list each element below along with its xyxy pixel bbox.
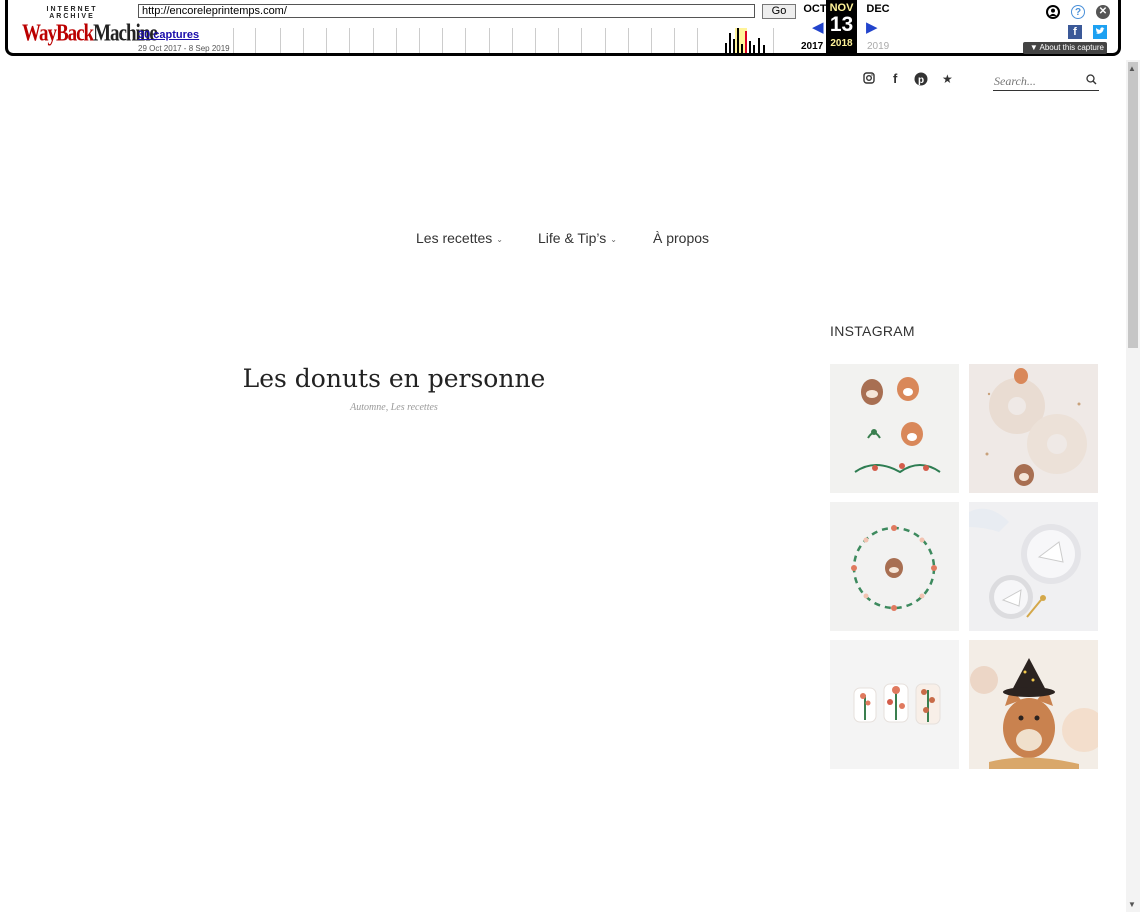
nav-item-life-tips[interactable]: Life & Tip’s ⌄ [538,230,617,246]
help-icon[interactable]: ? [1071,5,1085,19]
scroll-down-arrow-icon[interactable]: ▼ [1128,900,1136,909]
wayback-logo-top: INTERNET ARCHIVE [46,6,98,20]
sparkline-bar [745,31,747,53]
sparkline-bar [753,45,755,53]
nav-item-a-propos[interactable]: À propos [653,230,709,246]
instagram-photo-cat-witch-hat[interactable] [969,640,1098,769]
nav-item-les-recettes[interactable]: Les recettes ⌄ [416,230,503,246]
scroll-up-arrow-icon[interactable]: ▲ [1128,64,1136,73]
sparkline-divider [489,28,490,53]
sparkline-divider [326,28,327,53]
post-title[interactable]: Les donuts en personne [200,364,588,393]
sparkline-divider [442,28,443,53]
sparkline-divider [605,28,606,53]
next-capture-arrow-icon[interactable]: ▶ [866,18,878,36]
sparkline-bar [733,39,735,53]
sparkline-bar [749,41,751,53]
sparkline-divider [535,28,536,53]
wayback-logo[interactable]: INTERNET ARCHIVE WayBackMachine [22,6,158,48]
instagram-photo-donuts-raccoon[interactable] [969,364,1098,493]
current-capture-date: NOV 13 2018 [826,0,857,56]
sparkline-divider [255,28,256,53]
sparkline-bar [741,44,743,53]
post-categories[interactable]: Automne, Les recettes [200,402,588,413]
facebook-icon[interactable]: f [893,71,897,86]
nav-item-label: Les recettes [416,230,493,246]
sparkline-divider [581,28,582,53]
sparkline-divider [349,28,350,53]
sparkline-divider [233,28,234,53]
instagram-widget-title: INSTAGRAM [830,323,915,339]
go-button[interactable]: Go [762,4,796,19]
search-box [993,72,1099,91]
wayback-logo-main: WayBackMachine [22,20,158,48]
sparkline-divider [773,28,774,53]
sparkline-divider [373,28,374,53]
facebook-share-icon[interactable]: f [1068,25,1082,39]
current-day-label: 13 [829,13,854,36]
prev-capture-arrow-icon[interactable]: ◀ [812,18,824,36]
sparkline-bar [758,38,760,53]
sparkline-divider [303,28,304,53]
sparkline-divider [697,28,698,53]
sparkline-divider [419,28,420,53]
instagram-photo-raccoon-fox-cookies[interactable] [830,364,959,493]
about-capture-button[interactable]: ▼ About this capture [1023,42,1107,54]
instagram-photo-floral-wreath[interactable] [830,502,959,631]
captures-link[interactable]: 30 captures [138,29,199,41]
chevron-down-icon: ⌄ [496,235,503,244]
sparkline-divider [512,28,513,53]
sparkline-divider [651,28,652,53]
star-icon[interactable]: ★ [942,72,953,86]
close-icon[interactable]: ✕ [1096,5,1110,19]
sparkline-bar [725,43,727,53]
instagram-photo-floral-cookies[interactable] [830,640,959,769]
instagram-icon[interactable] [863,72,875,87]
next-year-label[interactable]: 2019 [867,41,889,52]
logo-word-wayback: WayBack [22,20,94,47]
instagram-photo-cake-plates[interactable] [969,502,1098,631]
svg-text:p: p [918,75,924,86]
pinterest-icon[interactable]: p [914,72,928,89]
sparkline-divider [465,28,466,53]
prev-year-label[interactable]: 2017 [801,41,823,52]
next-month-label[interactable]: DEC [863,3,893,15]
search-input[interactable] [993,74,1080,89]
sparkline-divider [396,28,397,53]
capture-date-range: 29 Oct 2017 - 8 Sep 2019 [138,44,230,53]
sparkline-bar [763,45,765,53]
user-account-icon[interactable] [1046,5,1060,19]
sparkline-divider [674,28,675,53]
scrollbar-thumb[interactable] [1128,62,1138,348]
sparkline-bar [729,33,731,53]
wayback-url-input[interactable] [138,4,755,18]
current-year-label: 2018 [830,38,853,49]
chevron-down-icon: ⌄ [610,235,617,244]
sparkline-bar [737,28,739,53]
nav-item-label: À propos [653,230,710,246]
nav-item-label: Life & Tip’s [538,230,607,246]
search-icon[interactable] [1086,74,1097,88]
sparkline-divider [280,28,281,53]
sparkline-divider [628,28,629,53]
twitter-share-icon[interactable] [1093,25,1107,39]
sparkline-divider [558,28,559,53]
captures-sparkline[interactable] [233,28,793,53]
